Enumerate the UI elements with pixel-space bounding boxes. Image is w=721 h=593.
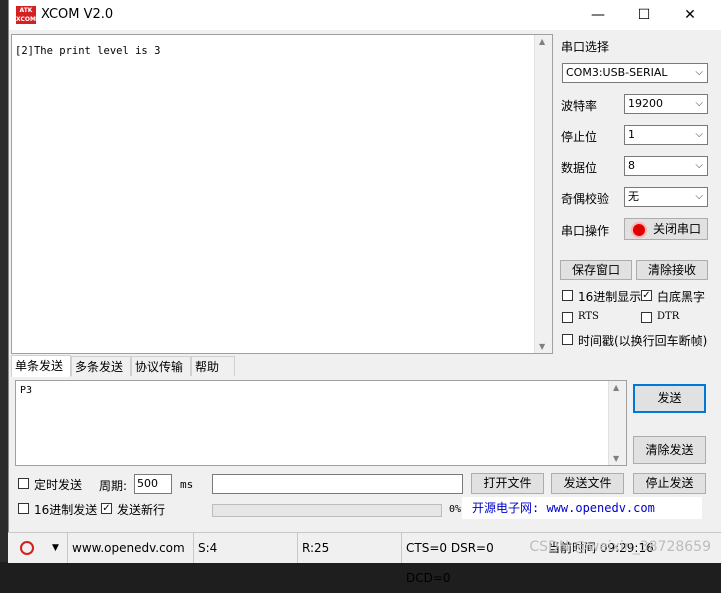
status-website[interactable]: www.openedv.com <box>68 533 194 563</box>
baud-value: 19200 <box>628 97 663 110</box>
file-path-input[interactable] <box>212 474 463 494</box>
dtr-label: DTR <box>657 311 680 322</box>
chevron-down-icon: ⌵ <box>695 160 703 171</box>
white-bg-label: 白底黑字 <box>657 290 706 304</box>
scroll-down-icon[interactable]: ▼ <box>613 454 619 463</box>
scroll-up-icon[interactable]: ▲ <box>613 383 619 392</box>
status-menu[interactable]: ▼ <box>8 533 68 563</box>
xcom-window: ATK XCOM XCOM V2.0 — ☐ ✕ [2]The print lev… <box>8 0 721 532</box>
status-signals: CTS=0 DSR=0 DCD=0 <box>406 541 494 585</box>
close-port-button[interactable]: 关闭串口 <box>624 218 708 240</box>
website-link[interactable]: 开源电子网: www.openedv.com <box>462 497 702 519</box>
tab-protocol[interactable]: 协议传输 <box>131 356 191 376</box>
parity-value: 无 <box>628 190 639 203</box>
port-select-label: 串口选择 <box>561 40 610 54</box>
caret-down-icon: ▼ <box>52 543 59 553</box>
send-progress-bar <box>212 504 442 517</box>
send-newline-checkbox[interactable]: ✓ <box>101 503 112 514</box>
timed-send-checkbox[interactable] <box>18 478 29 489</box>
send-newline-label: 发送新行 <box>117 503 166 517</box>
send-button[interactable]: 发送 <box>633 384 706 413</box>
clear-receive-button[interactable]: 清除接收 <box>636 260 708 280</box>
period-unit: ms <box>180 478 194 491</box>
data-bits-label: 数据位 <box>561 161 598 175</box>
maximize-button[interactable]: ☐ <box>621 0 667 30</box>
period-input[interactable]: 500 <box>134 474 172 494</box>
hex-send-checkbox[interactable] <box>18 503 29 514</box>
title-bar: ATK XCOM XCOM V2.0 — ☐ ✕ <box>9 0 721 30</box>
close-port-label: 关闭串口 <box>653 222 702 236</box>
timed-send-label: 定时发送 <box>34 478 83 492</box>
timestamp-checkbox[interactable] <box>562 334 573 345</box>
period-label: 周期: <box>99 479 128 493</box>
chevron-down-icon: ⌵ <box>695 191 703 202</box>
tab-multi-send[interactable]: 多条发送 <box>71 356 131 376</box>
parity-select[interactable]: 无 ⌵ <box>624 187 708 207</box>
receive-area[interactable]: [2]The print level is 3 ▲ ▼ <box>11 34 553 354</box>
close-button[interactable]: ✕ <box>667 0 713 30</box>
stop-send-button[interactable]: 停止发送 <box>633 473 706 494</box>
timestamp-label: 时间戳(以换行回车断帧) <box>578 334 708 348</box>
dtr-checkbox[interactable] <box>641 312 652 323</box>
receive-text: [2]The print level is 3 <box>15 45 161 57</box>
watermark: CSDN @weixin_38728659 <box>529 539 711 555</box>
window-title: XCOM V2.0 <box>41 7 114 22</box>
data-bits-select[interactable]: 8 ⌵ <box>624 156 708 176</box>
send-input[interactable]: P3 ▲ ▼ <box>15 380 627 466</box>
port-status-icon <box>631 222 647 238</box>
status-received-count: R:25 <box>298 533 402 563</box>
scroll-up-icon[interactable]: ▲ <box>539 37 545 46</box>
tab-help[interactable]: 帮助 <box>191 356 235 376</box>
open-file-button[interactable]: 打开文件 <box>471 473 544 494</box>
port-value: COM3:USB-SERIAL <box>566 66 668 79</box>
chevron-down-icon: ⌵ <box>695 98 703 109</box>
chevron-down-icon: ⌵ <box>695 67 703 78</box>
chevron-down-icon: ⌵ <box>695 129 703 140</box>
minimize-button[interactable]: — <box>575 0 621 30</box>
hex-send-label: 16进制发送 <box>34 503 98 517</box>
record-icon <box>20 541 34 555</box>
stop-bits-label: 停止位 <box>561 130 598 144</box>
stop-bits-select[interactable]: 1 ⌵ <box>624 125 708 145</box>
progress-text: 0% <box>449 504 462 515</box>
baud-select[interactable]: 19200 ⌵ <box>624 94 708 114</box>
parity-label: 奇偶校验 <box>561 192 610 206</box>
port-select[interactable]: COM3:USB-SERIAL ⌵ <box>562 63 708 83</box>
clear-send-button[interactable]: 清除发送 <box>633 436 706 464</box>
hex-display-checkbox[interactable] <box>562 290 573 301</box>
receive-scrollbar[interactable]: ▲ ▼ <box>534 35 552 353</box>
send-file-button[interactable]: 发送文件 <box>551 473 624 494</box>
rts-checkbox[interactable] <box>562 312 573 323</box>
port-op-label: 串口操作 <box>561 224 610 238</box>
data-bits-value: 8 <box>628 159 635 172</box>
tab-single-send[interactable]: 单条发送 <box>11 355 71 377</box>
hex-display-label: 16进制显示 <box>578 290 642 304</box>
save-window-button[interactable]: 保存窗口 <box>560 260 632 280</box>
send-text: P3 <box>20 385 33 396</box>
stop-bits-value: 1 <box>628 128 635 141</box>
send-scrollbar[interactable]: ▲ ▼ <box>608 381 626 465</box>
app-logo-icon: ATK XCOM <box>16 6 36 24</box>
white-bg-checkbox[interactable]: ✓ <box>641 290 652 301</box>
status-sent-count: S:4 <box>194 533 298 563</box>
scroll-down-icon[interactable]: ▼ <box>539 342 545 351</box>
rts-label: RTS <box>578 311 599 322</box>
baud-label: 波特率 <box>561 99 598 113</box>
